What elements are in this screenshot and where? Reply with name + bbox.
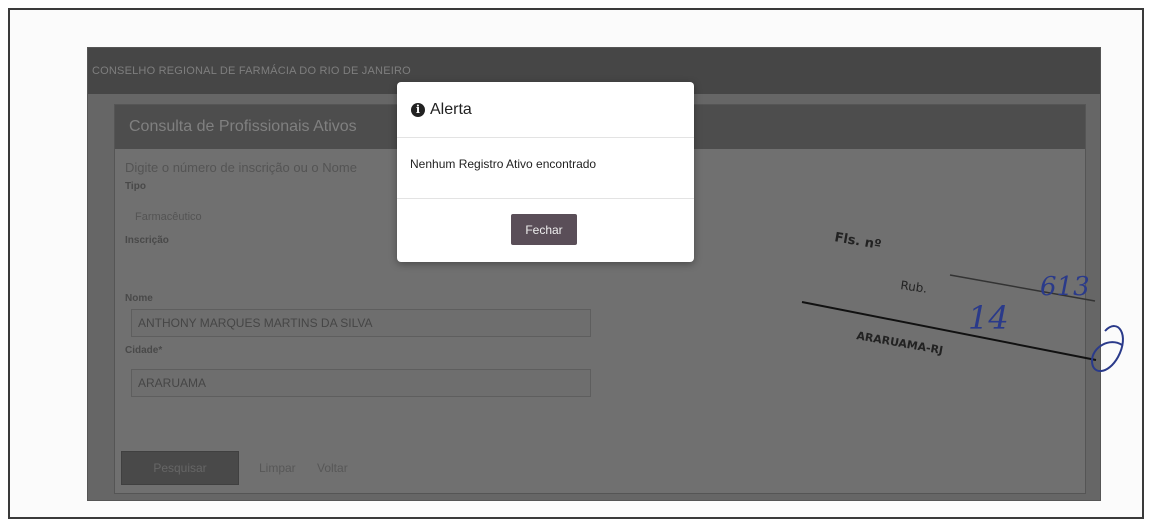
modal-title: Alerta	[430, 100, 472, 118]
modal-header: i Alerta	[397, 82, 694, 138]
modal-footer: Fechar	[397, 199, 694, 263]
modal-message: Nenhum Registro Ativo encontrado	[397, 138, 694, 199]
alert-modal: i Alerta Nenhum Registro Ativo encontrad…	[397, 82, 694, 262]
info-icon: i	[411, 102, 425, 117]
fechar-button[interactable]: Fechar	[511, 214, 577, 245]
